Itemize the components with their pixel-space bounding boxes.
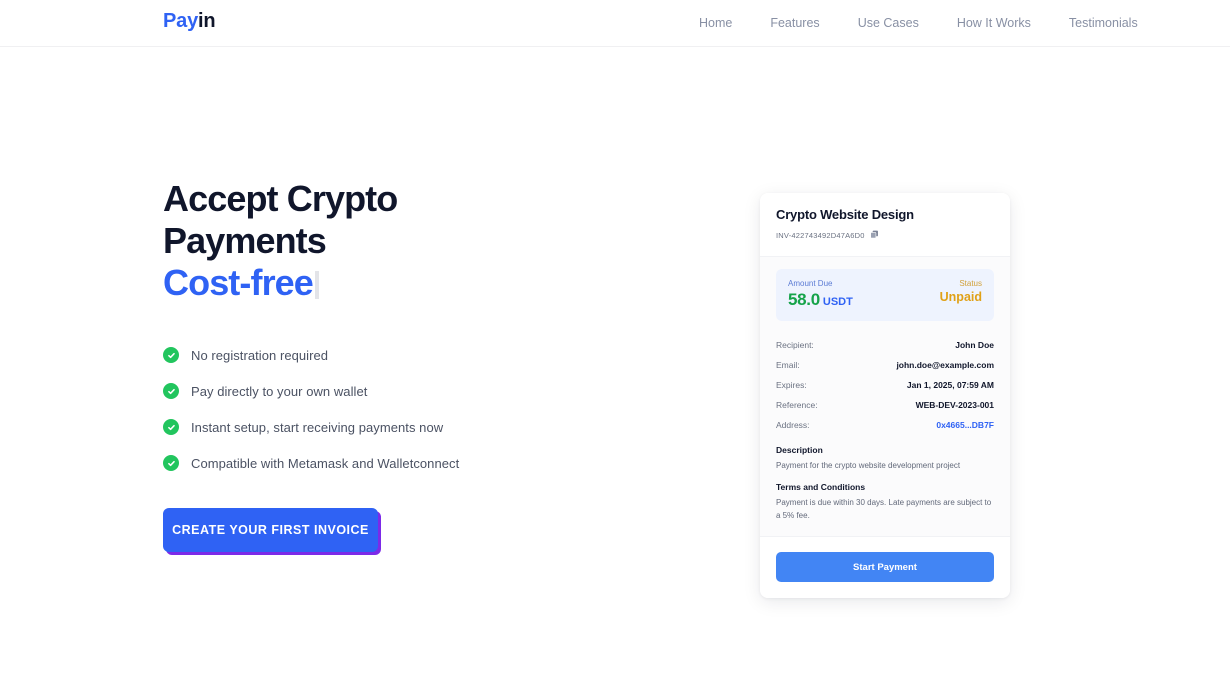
invoice-card-footer: Start Payment bbox=[760, 536, 1010, 598]
nav-item-home[interactable]: Home bbox=[699, 16, 750, 30]
row-label: Expires: bbox=[776, 380, 807, 390]
invoice-card-body: Amount Due 58.0 USDT Status Unpaid Recipi… bbox=[760, 257, 1010, 536]
nav-item-how-it-works[interactable]: How It Works bbox=[957, 16, 1049, 30]
feature-label: Pay directly to your own wallet bbox=[191, 383, 368, 399]
description-title: Description bbox=[776, 445, 823, 455]
feature-label: No registration required bbox=[191, 347, 329, 363]
status-label: Status bbox=[959, 279, 982, 288]
list-item: Instant setup, start receiving payments … bbox=[163, 419, 459, 435]
check-circle-icon bbox=[163, 419, 179, 435]
terms-title: Terms and Conditions bbox=[776, 482, 866, 492]
row-value: john.doe@example.com bbox=[896, 360, 994, 370]
create-invoice-button[interactable]: CREATE YOUR FIRST INVOICE bbox=[163, 508, 378, 552]
feature-label: Instant setup, start receiving payments … bbox=[191, 419, 444, 435]
logo-text-secondary: in bbox=[198, 10, 216, 32]
table-row: Address: 0x4665...DB7F bbox=[776, 415, 994, 435]
check-circle-icon bbox=[163, 347, 179, 363]
amount-currency: USDT bbox=[822, 296, 853, 308]
invoice-number: INV-422743492D47A6D0 bbox=[776, 230, 865, 240]
terms-section: Terms and Conditions Payment is due with… bbox=[776, 482, 994, 522]
status-badge: Unpaid bbox=[939, 290, 982, 304]
row-value: John Doe bbox=[955, 340, 994, 350]
table-row: Recipient: John Doe bbox=[776, 335, 994, 355]
table-row: Reference: WEB-DEV-2023-001 bbox=[776, 395, 994, 415]
brand-logo[interactable]: Payin bbox=[163, 10, 216, 33]
invoice-number-row: INV-422743492D47A6D0 bbox=[776, 226, 994, 244]
terms-text: Payment is due within 30 days. Late paym… bbox=[776, 498, 992, 520]
invoice-detail-rows: Recipient: John Doe Email: john.doe@exam… bbox=[776, 335, 994, 435]
amount-column: Amount Due 58.0 USDT bbox=[788, 279, 853, 310]
row-label: Email: bbox=[776, 360, 800, 370]
site-header: Payin Home Features Use Cases How It Wor… bbox=[0, 0, 1230, 47]
list-item: Pay directly to your own wallet bbox=[163, 383, 459, 399]
typing-caret bbox=[314, 271, 319, 299]
feature-list: No registration required Pay directly to… bbox=[163, 347, 459, 471]
list-item: Compatible with Metamask and Walletconne… bbox=[163, 455, 459, 471]
table-row: Expires: Jan 1, 2025, 07:59 AM bbox=[776, 375, 994, 395]
feature-label: Compatible with Metamask and Walletconne… bbox=[191, 455, 460, 471]
row-label: Address: bbox=[776, 420, 810, 430]
row-value: Jan 1, 2025, 07:59 AM bbox=[906, 380, 994, 390]
check-circle-icon bbox=[163, 383, 179, 399]
nav-item-features[interactable]: Features bbox=[770, 16, 837, 30]
amount-due-label: Amount Due bbox=[788, 279, 833, 288]
wallet-address-link[interactable]: 0x4665...DB7F bbox=[936, 420, 994, 430]
description-section: Description Payment for the crypto websi… bbox=[776, 445, 994, 472]
nav-item-use-cases[interactable]: Use Cases bbox=[858, 16, 937, 30]
check-circle-icon bbox=[163, 455, 179, 471]
headline-accent-word: Cost-free bbox=[163, 262, 314, 303]
row-label: Recipient: bbox=[776, 340, 814, 350]
page-title: Accept Crypto Payments Cost-free bbox=[163, 178, 643, 304]
start-payment-button[interactable]: Start Payment bbox=[776, 552, 994, 582]
invoice-title: Crypto Website Design bbox=[776, 207, 914, 222]
description-text: Payment for the crypto website developme… bbox=[776, 461, 961, 470]
row-value: WEB-DEV-2023-001 bbox=[915, 400, 994, 410]
main-navigation: Home Features Use Cases How It Works Tes… bbox=[699, 16, 1156, 30]
status-column: Status Unpaid bbox=[940, 279, 982, 304]
headline-line-1: Accept Crypto bbox=[163, 178, 398, 219]
cta-container: CREATE YOUR FIRST INVOICE bbox=[163, 508, 381, 555]
logo-text-primary: Pay bbox=[163, 10, 198, 32]
headline-line-2: Payments bbox=[163, 220, 327, 261]
invoice-preview-card: Crypto Website Design INV-422743492D47A6… bbox=[760, 193, 1010, 598]
amount-value-row: 58.0 USDT bbox=[788, 290, 853, 310]
nav-item-testimonials[interactable]: Testimonials bbox=[1069, 16, 1156, 30]
copy-icon[interactable] bbox=[870, 226, 879, 244]
invoice-card-header: Crypto Website Design INV-422743492D47A6… bbox=[760, 193, 1010, 257]
table-row: Email: john.doe@example.com bbox=[776, 355, 994, 375]
hero-section: Accept Crypto Payments Cost-free No regi… bbox=[0, 47, 1230, 681]
row-label: Reference: bbox=[776, 400, 818, 410]
list-item: No registration required bbox=[163, 347, 459, 363]
amount-value: 58.0 bbox=[788, 290, 820, 309]
amount-due-panel: Amount Due 58.0 USDT Status Unpaid bbox=[776, 269, 994, 321]
